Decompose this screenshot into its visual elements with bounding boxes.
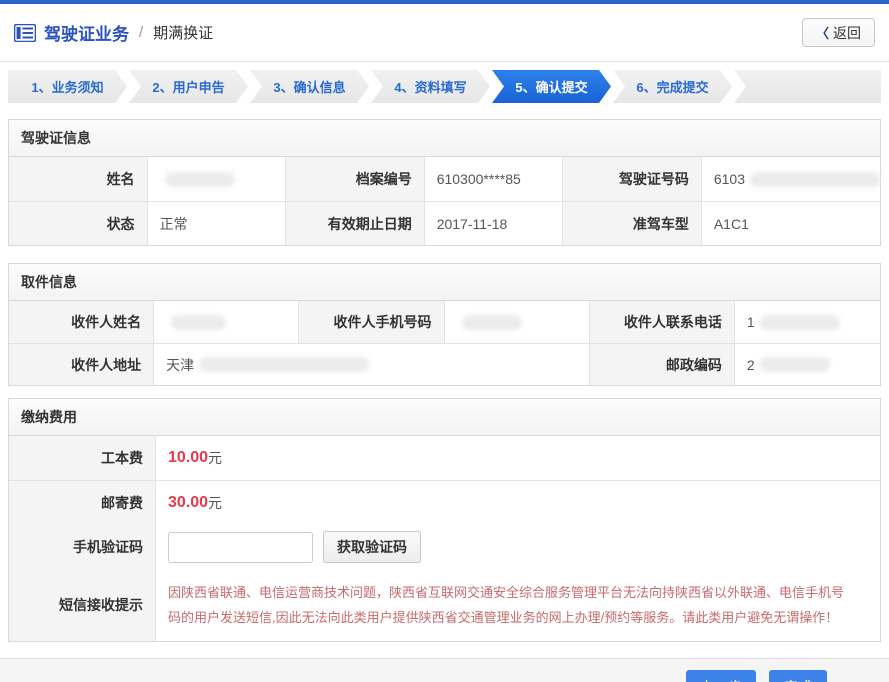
step-wizard: 1、业务须知 2、用户申告 3、确认信息 4、资料填写 5、确认提交 6、完成提… <box>8 70 881 103</box>
step-2-user-declaration[interactable]: 2、用户申告 <box>129 70 248 103</box>
footer-action-bar: 上一步 完成 <box>0 658 889 682</box>
previous-step-button[interactable]: 上一步 <box>686 670 756 682</box>
vehicle-class-label: 准驾车型 <box>563 201 702 245</box>
license-number-label: 驾驶证号码 <box>563 157 702 201</box>
sms-notice-cell: 因陕西省联通、电信运营商技术问题，陕西省互联网交通安全综合服务管理平台无法向持陕… <box>156 570 880 641</box>
postal-code-label: 邮政编码 <box>590 343 735 385</box>
name-value <box>148 157 287 201</box>
sms-code-label: 手机验证码 <box>9 524 156 570</box>
production-fee-label: 工本费 <box>9 436 156 480</box>
breadcrumb: 驾驶证业务 / 期满换证 <box>14 20 213 45</box>
redacted-value <box>750 172 880 187</box>
recipient-name-label: 收件人姓名 <box>9 301 154 343</box>
archive-number-value: 610300****85 <box>425 157 564 201</box>
recipient-mobile-label: 收件人手机号码 <box>299 301 444 343</box>
step-6-complete-submit[interactable]: 6、完成提交 <box>613 70 732 103</box>
page-title: 驾驶证业务 <box>44 20 129 45</box>
redacted-value <box>462 315 522 330</box>
get-sms-code-button[interactable]: 获取验证码 <box>323 531 421 563</box>
page-subtitle: 期满换证 <box>153 22 213 43</box>
license-section-title: 驾驶证信息 <box>9 120 880 157</box>
pickup-info-section: 取件信息 收件人姓名 收件人手机号码 收件人联系电话 1 收件人地址 天津 邮政… <box>8 263 881 386</box>
expiry-date-label: 有效期止日期 <box>286 201 425 245</box>
mail-fee-amount: 30.00 <box>168 494 208 512</box>
recipient-address-value: 天津 <box>154 343 590 385</box>
recipient-name-value <box>154 301 299 343</box>
status-value: 正常 <box>148 201 287 245</box>
recipient-mobile-value <box>445 301 590 343</box>
pickup-section-title: 取件信息 <box>9 264 880 301</box>
license-info-section: 驾驶证信息 姓名 档案编号 610300****85 驾驶证号码 6103 状态… <box>8 119 881 246</box>
production-fee-amount: 10.00 <box>168 449 208 467</box>
step-bar-filler <box>734 70 881 103</box>
redacted-value <box>199 357 369 372</box>
redacted-value <box>760 315 840 330</box>
step-4-fill-data[interactable]: 4、资料填写 <box>371 70 490 103</box>
postal-code-value: 2 <box>735 343 880 385</box>
status-label: 状态 <box>9 201 148 245</box>
recipient-phone-value: 1 <box>735 301 880 343</box>
breadcrumb-divider: / <box>139 24 143 41</box>
back-chevron-icon: 〈 <box>816 23 829 42</box>
finish-button[interactable]: 完成 <box>769 670 827 682</box>
sms-notice-label: 短信接收提示 <box>9 570 156 641</box>
expiry-date-value: 2017-11-18 <box>425 201 564 245</box>
fee-section-title: 缴纳费用 <box>9 399 880 436</box>
mail-fee-label: 邮寄费 <box>9 480 156 524</box>
sms-notice-text: 因陕西省联通、电信运营商技术问题，陕西省互联网交通安全综合服务管理平台无法向持陕… <box>168 570 858 641</box>
vehicle-class-value: A1C1 <box>702 201 880 245</box>
license-form-icon <box>14 24 36 42</box>
back-button[interactable]: 〈 返回 <box>802 18 875 47</box>
sms-code-field-row: 获取验证码 <box>156 524 880 570</box>
step-1-business-notice[interactable]: 1、业务须知 <box>8 70 127 103</box>
name-label: 姓名 <box>9 157 148 201</box>
redacted-value <box>165 172 235 187</box>
recipient-phone-label: 收件人联系电话 <box>590 301 735 343</box>
mail-fee-unit: 元 <box>208 493 222 513</box>
page-header: 驾驶证业务 / 期满换证 〈 返回 <box>0 4 889 62</box>
archive-number-label: 档案编号 <box>286 157 425 201</box>
production-fee-value: 10.00元 <box>156 436 880 480</box>
license-number-value: 6103 <box>702 157 880 201</box>
step-5-confirm-submit[interactable]: 5、确认提交 <box>492 70 611 103</box>
step-3-confirm-info[interactable]: 3、确认信息 <box>250 70 369 103</box>
redacted-value <box>171 315 226 330</box>
back-button-label: 返回 <box>833 23 861 43</box>
mail-fee-value: 30.00元 <box>156 480 880 524</box>
fee-section: 缴纳费用 工本费 10.00元 邮寄费 30.00元 手机验证码 获取验证码 短… <box>8 398 881 642</box>
sms-code-input[interactable] <box>168 532 313 563</box>
recipient-address-label: 收件人地址 <box>9 343 154 385</box>
redacted-value <box>760 357 830 372</box>
production-fee-unit: 元 <box>208 448 222 468</box>
